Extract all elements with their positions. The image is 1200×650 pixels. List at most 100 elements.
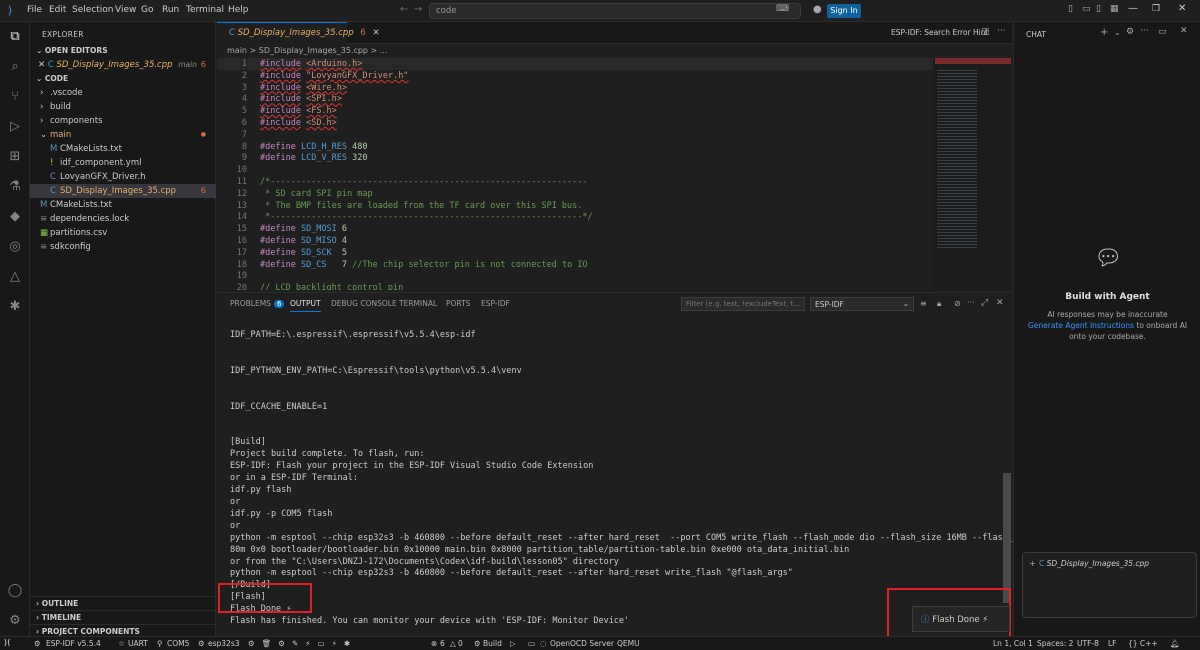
- status-item-utf-8[interactable]: UTF-8: [1077, 639, 1099, 648]
- code-line[interactable]: 3 #include <Wire.h>: [217, 82, 933, 94]
- restore-icon[interactable]: ❐: [1152, 4, 1160, 14]
- close-panel-icon[interactable]: ✕: [996, 298, 1004, 308]
- code-line[interactable]: 14 *------------------------------------…: [217, 211, 933, 223]
- status-item-com5[interactable]: COM5: [167, 639, 189, 648]
- add-context-icon[interactable]: +: [1029, 559, 1036, 568]
- menu-view[interactable]: View: [115, 5, 136, 15]
- menu-help[interactable]: Help: [228, 5, 249, 15]
- account-icon[interactable]: ●: [813, 4, 822, 15]
- code-line[interactable]: 5 #include <FS.h>: [217, 105, 933, 117]
- extensions-icon[interactable]: ⊞: [6, 148, 24, 166]
- run-icon[interactable]: ▷: [510, 639, 516, 648]
- code-line[interactable]: 4 #include <SPI.h>: [217, 93, 933, 105]
- status-item-spaces-2[interactable]: Spaces: 2: [1037, 639, 1073, 648]
- account-icon[interactable]: ◯: [6, 582, 24, 600]
- testing-icon[interactable]: ⚗: [6, 178, 24, 196]
- python-icon[interactable]: ◆: [6, 208, 24, 226]
- code-line[interactable]: 18 #define SD_CS 7 //The chip selector pi…: [217, 259, 933, 271]
- open-editors-section[interactable]: ⌄ OPEN EDITORS: [30, 44, 216, 58]
- menu-terminal[interactable]: Terminal: [186, 5, 224, 15]
- status-item--c-[interactable]: {} C++: [1128, 639, 1158, 648]
- tree-item-cmakelists-txt[interactable]: M CMakeLists.txt: [30, 142, 216, 156]
- code-line[interactable]: 17 #define SD_SCK 5: [217, 247, 933, 259]
- debug-icon[interactable]: ▭: [528, 639, 535, 648]
- output-scrollbar[interactable]: [1003, 473, 1011, 603]
- close-icon[interactable]: ✕: [1180, 26, 1188, 36]
- esp-idf-icon[interactable]: △: [6, 268, 24, 286]
- split-editor-icon[interactable]: ◫: [981, 27, 990, 37]
- more-actions-icon[interactable]: ···: [1140, 26, 1149, 36]
- gear-icon[interactable]: ⚙: [1126, 27, 1134, 37]
- remote-indicator-icon[interactable]: ⟩⟨: [4, 638, 10, 647]
- bell-icon[interactable]: 🔔︎: [1170, 639, 1180, 648]
- tab-esp-idf[interactable]: ESP-IDF: [481, 299, 510, 308]
- status-item-openocd-server[interactable]: OpenOCD Server: [550, 639, 614, 648]
- more-actions-icon[interactable]: ···: [997, 26, 1006, 36]
- close-icon[interactable]: ✕: [1178, 3, 1186, 14]
- code-line[interactable]: 2 #include "LovyanGFX_Driver.h": [217, 70, 933, 82]
- context-file-chip[interactable]: C SD_Display_Images_35.cpp: [1039, 559, 1149, 568]
- code-line[interactable]: 12 * SD card SPI pin map: [217, 188, 933, 200]
- status-item-0[interactable]: 0: [458, 639, 463, 648]
- command-center-search[interactable]: code: [429, 3, 801, 19]
- status-item-qemu[interactable]: QEMU: [617, 639, 640, 648]
- tree-item-components[interactable]: › components: [30, 114, 216, 128]
- menu-run[interactable]: Run: [162, 5, 179, 15]
- search-icon[interactable]: ⌕: [6, 58, 24, 76]
- menu-file[interactable]: File: [27, 5, 42, 15]
- tab-sd-display-images[interactable]: C SD_Display_Images_35.cpp 6 ✕: [217, 22, 380, 44]
- tree-item-cmakelists-txt[interactable]: M CMakeLists.txt: [30, 198, 216, 212]
- bug-icon[interactable]: ✱: [6, 298, 24, 316]
- close-icon[interactable]: ✕: [373, 28, 380, 38]
- status-item-esp-idf-v5-5-4[interactable]: ESP-IDF v5.5.4: [46, 639, 101, 648]
- code-folder-section[interactable]: ⌄ CODE: [30, 72, 216, 86]
- status-item-uart[interactable]: UART: [128, 639, 148, 648]
- tab-ports[interactable]: PORTS: [446, 299, 470, 308]
- customize-layout-icon[interactable]: ▦: [1110, 4, 1119, 14]
- clear-output-icon[interactable]: ⊘: [954, 299, 961, 308]
- tree-item-build[interactable]: › build: [30, 100, 216, 114]
- tree-item-dependencies-lock[interactable]: ≡ dependencies.lock: [30, 212, 216, 226]
- history-icon[interactable]: ⌄: [1114, 28, 1121, 37]
- output-channel-select[interactable]: ESP-IDF ⌄: [810, 297, 914, 311]
- tab-debug-console[interactable]: DEBUG CONSOLE: [331, 299, 397, 308]
- tree-item-sd-display-images-35-cpp[interactable]: C SD_Display_Images_35.cpp 6: [30, 184, 216, 198]
- breadcrumb[interactable]: main > SD_Display_Images_35.cpp > ...: [217, 44, 1012, 58]
- tree-item-idf-component-yml[interactable]: ! idf_component.yml: [30, 156, 216, 170]
- code-line[interactable]: 15 #define SD_MOSI 6: [217, 223, 933, 235]
- tab-problems[interactable]: PROBLEMS 6: [230, 299, 285, 308]
- source-control-icon[interactable]: ⑂: [6, 88, 24, 106]
- more-actions-icon[interactable]: ···: [967, 298, 975, 307]
- run-debug-icon[interactable]: ▷: [6, 118, 24, 136]
- code-line[interactable]: 6 #include <SD.h>: [217, 117, 933, 129]
- layout-sidebar-icon[interactable]: ▯: [1068, 4, 1073, 14]
- code-editor[interactable]: 1 #include <Arduino.h> 2 #include "LovyanGF…: [217, 58, 933, 290]
- maximize-panel-icon[interactable]: ⤢: [981, 298, 988, 308]
- menu-edit[interactable]: Edit: [49, 5, 66, 15]
- code-line[interactable]: 9 #define LCD_V_RES 320: [217, 152, 933, 164]
- new-chat-icon[interactable]: +: [1100, 27, 1108, 38]
- code-line[interactable]: 10: [217, 164, 933, 176]
- sign-in-button[interactable]: Sign In: [827, 4, 861, 18]
- settings-icon[interactable]: ⚙: [34, 639, 41, 648]
- remote-icon[interactable]: ◎: [6, 238, 24, 256]
- timeline-section[interactable]: › TIMELINE: [30, 610, 216, 624]
- layout-panel-icon[interactable]: ▭: [1082, 4, 1091, 14]
- status-item-esp32s3[interactable]: esp32s3: [208, 639, 240, 648]
- code-line[interactable]: 11 /*------------------------------------…: [217, 176, 933, 188]
- chat-input-box[interactable]: + C SD_Display_Images_35.cpp: [1022, 552, 1197, 618]
- open-editor-item[interactable]: ✕ C SD_Display_Images_35.cpp main 6: [30, 58, 216, 72]
- code-line[interactable]: 16 #define SD_MISO 4: [217, 235, 933, 247]
- tree-item-partitions-csv[interactable]: ▦ partitions.csv: [30, 226, 216, 240]
- tab-output[interactable]: OUTPUT: [290, 299, 321, 312]
- code-line[interactable]: 7: [217, 129, 933, 141]
- menu-go[interactable]: Go: [141, 5, 153, 15]
- list-icon[interactable]: ≡: [920, 299, 927, 308]
- tree-item-lovyangfx-driver-h[interactable]: C LovyanGFX_Driver.h: [30, 170, 216, 184]
- minimize-icon[interactable]: —: [1128, 3, 1138, 14]
- status-item-lf[interactable]: LF: [1108, 639, 1117, 648]
- status-item-build[interactable]: Build: [483, 639, 502, 648]
- back-arrow-icon[interactable]: ←: [400, 4, 408, 15]
- copilot-icon[interactable]: ⌨: [776, 4, 789, 14]
- explorer-icon[interactable]: ⧉: [6, 28, 24, 46]
